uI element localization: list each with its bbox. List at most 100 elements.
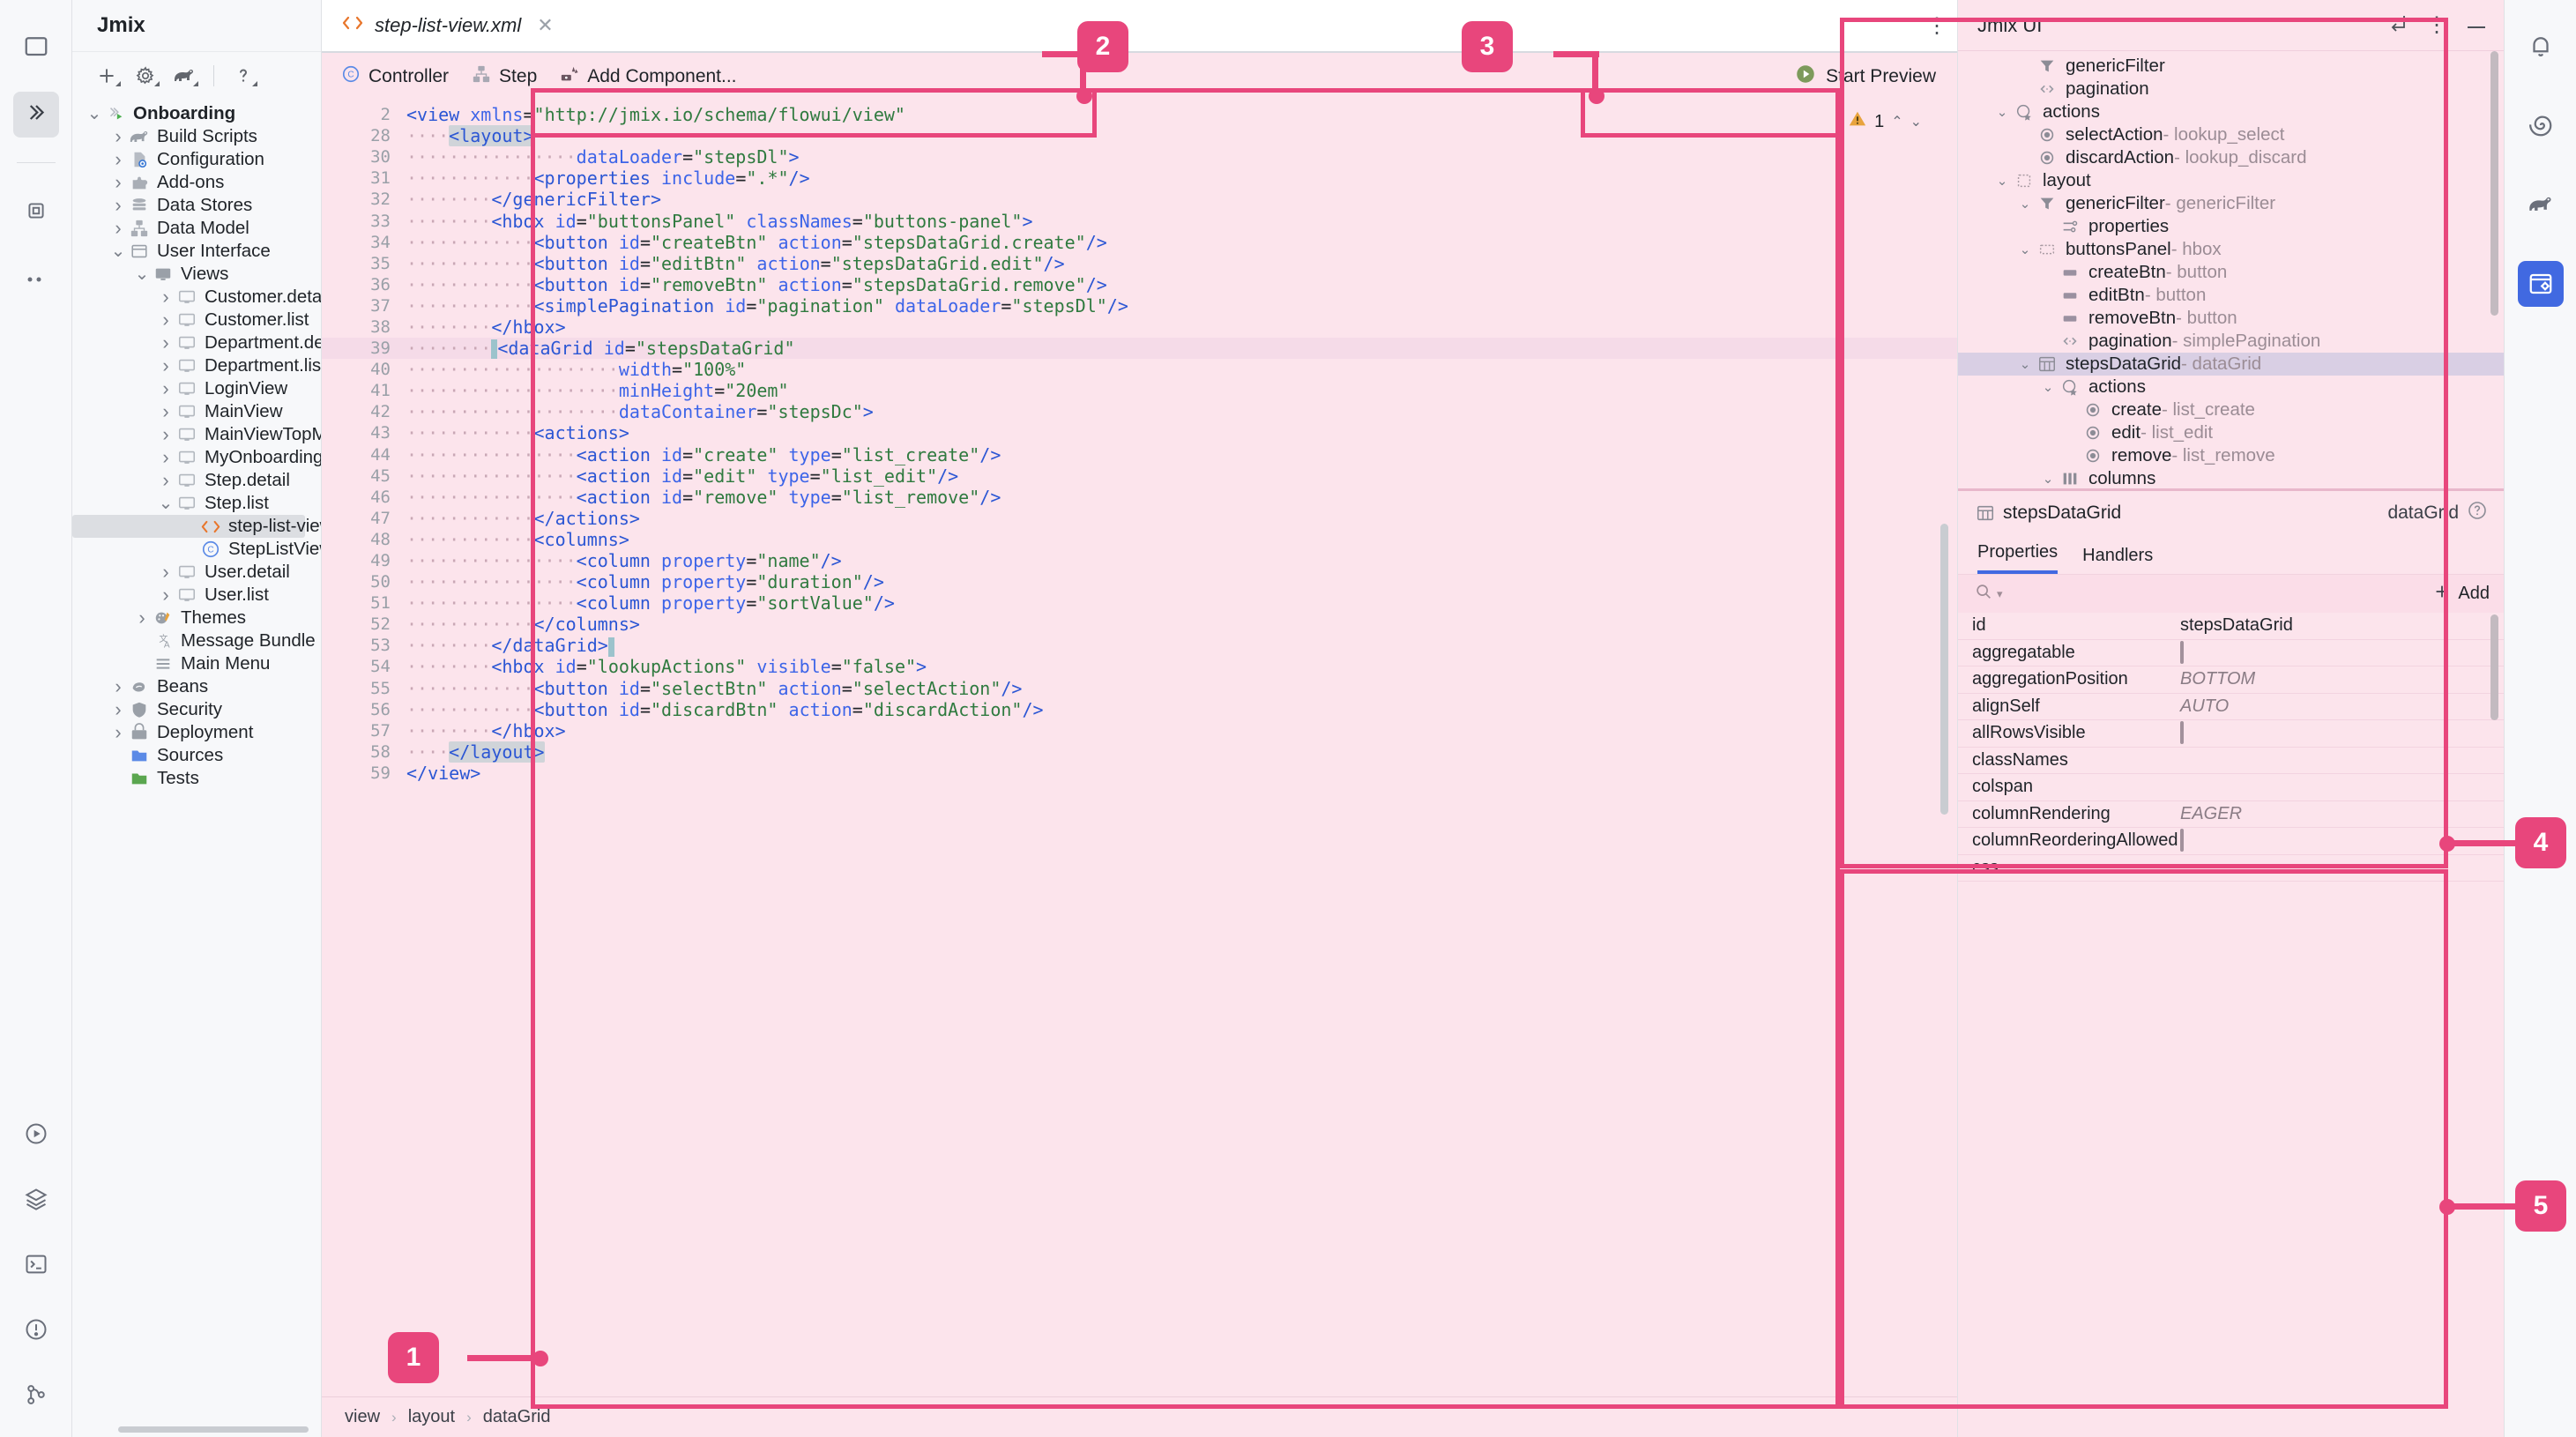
component-tree-item[interactable]: createBtn - button [1958,261,2504,284]
chevron-right-icon[interactable]: › [156,402,175,421]
property-row[interactable]: allRowsVisible [1958,720,2504,748]
property-row[interactable]: alignSelf AUTO [1958,694,2504,720]
project-tree-item[interactable]: › Customer.list [72,309,321,331]
warning-indicator[interactable]: 1 ⌃ ⌄ [1848,109,1922,134]
code-line[interactable]: 44 ················<action id="create" ty… [322,444,1957,465]
problems-icon[interactable] [13,1307,59,1352]
component-tree-scrollbar[interactable] [2490,51,2498,316]
component-tree-item[interactable]: genericFilter [1958,55,2504,78]
chevron-down-icon[interactable]: ⌄ [1992,104,2013,120]
editor-options-icon[interactable]: ⋮ [1917,0,1957,51]
project-tree-item[interactable]: C StepListView.java [72,538,321,561]
project-tree-item[interactable]: › Add-ons [72,171,321,194]
chevron-down-icon[interactable]: ⌄ [85,105,104,123]
property-checkbox[interactable] [2180,829,2184,853]
code-line[interactable]: 37 ············<simplePagination id="pagi… [322,295,1957,316]
inspector-tab-handlers[interactable]: Handlers [2082,546,2153,574]
chevron-right-icon[interactable]: › [108,219,128,238]
editor-vertical-scrollbar[interactable] [1940,524,1948,815]
component-tree-item[interactable]: remove - list_remove [1958,444,2504,467]
editor-tab-step-list-view[interactable]: step-list-view.xml ✕ [322,0,571,51]
code-line[interactable]: 56 ············<button id="discardBtn" ac… [322,699,1957,720]
property-row[interactable]: classNames [1958,748,2504,774]
project-tree-item[interactable]: › Data Model [72,217,321,240]
project-tree-item[interactable]: › User.list [72,584,321,607]
code-line[interactable]: 43 ············<actions> [322,422,1957,443]
property-row[interactable]: columnRendering EAGER [1958,801,2504,828]
code-line[interactable]: 48 ············<columns> [322,529,1957,550]
property-row[interactable]: colspan [1958,774,2504,801]
chevron-right-icon[interactable]: › [156,356,175,376]
property-row[interactable]: aggregationPosition BOTTOM [1958,666,2504,694]
chevron-right-icon[interactable]: › [156,287,175,307]
component-tree-item[interactable]: pagination [1958,78,2504,101]
component-tree-item[interactable]: ⌄ stepsDataGrid - dataGrid [1958,353,2504,376]
code-line[interactable]: 41 ····················minHeight="20em" [322,380,1957,401]
add-component-button[interactable]: Add Component... [560,64,737,89]
project-tree-item[interactable]: Tests [72,767,321,790]
project-folder-icon[interactable] [13,23,59,69]
project-tree-item[interactable]: › Customer.detail [72,286,321,309]
component-tree-item[interactable]: properties [1958,215,2504,238]
project-tree-item[interactable]: › User.detail [72,561,321,584]
component-tree-item[interactable]: edit - list_edit [1958,421,2504,444]
component-tree-item[interactable]: ⌄ buttonsPanel - hbox [1958,238,2504,261]
code-line[interactable]: 2 <view xmlns="http://jmix.io/schema/flow… [322,104,1957,125]
project-tree-item[interactable]: › Beans [72,675,321,698]
property-checkbox[interactable] [2180,640,2184,664]
code-line[interactable]: 54 ········<hbox id="lookupActions" visib… [322,656,1957,677]
chevron-right-icon[interactable]: › [156,585,175,605]
property-row[interactable]: id stepsDataGrid [1958,613,2504,640]
chevron-down-icon[interactable]: ⌄ [1992,173,2013,189]
project-tree-item[interactable]: ⌄ Onboarding [72,102,321,125]
property-value[interactable]: stepsDataGrid [2180,615,2504,636]
project-tree-item[interactable]: › Department.list [72,354,321,377]
inspector-tabs[interactable]: Properties Handlers [1958,535,2504,574]
notifications-icon[interactable] [2518,23,2564,69]
property-value[interactable]: AUTO [2180,696,2504,717]
code-line[interactable]: 36 ············<button id="removeBtn" act… [322,274,1957,295]
property-list-scrollbar[interactable] [2490,614,2498,720]
add-property-button[interactable]: Add [2432,582,2490,607]
code-line[interactable]: 31 ············<properties include=".*"/> [322,168,1957,189]
chevron-right-icon[interactable]: › [108,127,128,146]
breadcrumb[interactable]: view › layout › dataGrid [322,1396,1957,1437]
project-tree-item[interactable]: › MainView [72,400,321,423]
structure-icon[interactable] [13,188,59,234]
chevron-right-icon[interactable]: › [156,333,175,353]
chevron-right-icon[interactable]: › [132,608,152,628]
project-tree-item[interactable]: › Deployment [72,721,321,744]
code-line[interactable]: 32 ········</genericFilter> [322,189,1957,210]
property-row[interactable]: columnReorderingAllowed [1958,828,2504,855]
code-line[interactable]: 38 ········</hbox> [322,316,1957,338]
project-tree-item[interactable]: Sources [72,744,321,767]
services-icon[interactable] [13,1176,59,1222]
chevron-right-icon[interactable]: › [156,562,175,582]
component-tree-item[interactable]: create - list_create [1958,398,2504,421]
search-dropdown-caret-icon[interactable]: ▾ [1997,587,2003,601]
chevron-right-icon[interactable]: › [156,425,175,444]
project-tree-item[interactable]: ⌄ Views [72,263,321,286]
property-list[interactable]: id stepsDataGrid aggregatable aggregationPo… [1958,613,2504,1437]
code-line[interactable]: 51 ················<column property="sort… [322,592,1957,614]
project-tree-item[interactable]: › Step.detail [72,469,321,492]
chevron-down-icon[interactable]: ⌄ [132,265,152,283]
code-line[interactable]: 39 ········ <dataGrid id="stepsDataGrid" [322,338,1957,360]
gradle-icon[interactable] [2518,182,2564,227]
component-tree-item[interactable]: selectAction - lookup_select [1958,123,2504,146]
controller-button[interactable]: C Controller [341,64,449,89]
chevron-right-icon[interactable]: › [156,310,175,330]
component-tree-item[interactable]: ⌄ actions [1958,376,2504,398]
code-line[interactable]: 40 ····················width="100%" [322,359,1957,380]
project-tree-item[interactable]: ⌄ Step.list [72,492,321,515]
version-control-icon[interactable] [13,1372,59,1418]
previous-problem-icon[interactable]: ⌃ [1891,113,1902,130]
sidebar-horizontal-scrollbar[interactable] [118,1426,309,1433]
step-button[interactable]: Step [472,64,537,89]
property-row[interactable]: aggregatable [1958,640,2504,666]
code-line[interactable]: 45 ················<action id="edit" type… [322,465,1957,487]
xml-code-editor[interactable]: 1 ⌃ ⌄ 2 <view xmlns="http://jmix.io/schem… [322,101,1957,1396]
project-tree-item[interactable]: › MainViewTopMenu [72,423,321,446]
component-tree-item[interactable]: ⌄ columns [1958,467,2504,488]
project-tree-item[interactable]: › Themes [72,607,321,629]
